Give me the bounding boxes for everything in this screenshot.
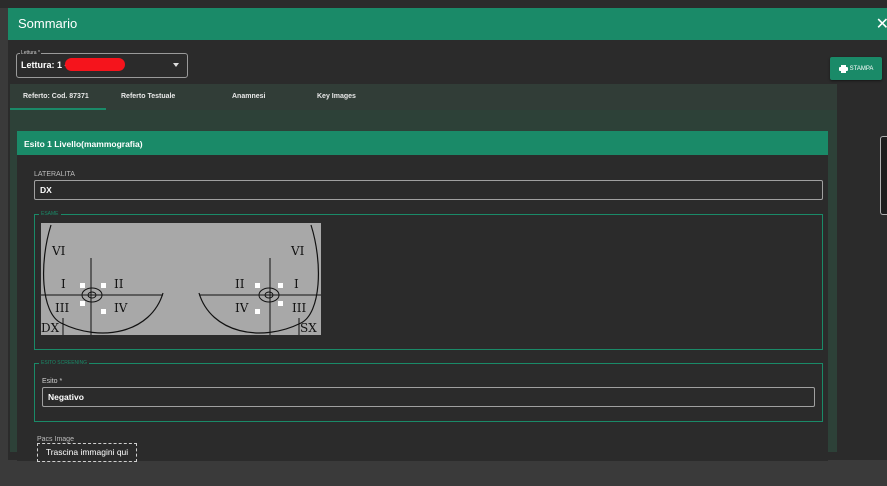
right-vi-label: VI (290, 244, 305, 258)
right-i-label: I (294, 277, 299, 291)
quadrant-checkbox (278, 301, 283, 306)
quadrant-checkbox (80, 283, 85, 288)
tab-referto-testuale[interactable]: Referto Testuale (121, 93, 175, 100)
quadrant-checkbox (278, 283, 283, 288)
esame-legend: ESAME (39, 211, 61, 218)
lateralita-value: DX (40, 185, 52, 195)
redaction-mark (65, 58, 125, 71)
card-header: Esito 1 Livello(mammografia) (17, 131, 828, 155)
lettura-label: Lettura * (20, 50, 41, 57)
quadrant-checkbox (255, 309, 260, 314)
esito-value: Negativo (48, 392, 84, 402)
printer-icon (838, 64, 848, 73)
left-vi-label: VI (51, 244, 66, 258)
print-button[interactable]: STAMPA (830, 57, 882, 80)
tab-key-images[interactable]: Key Images (317, 93, 356, 100)
left-iv-label: IV (114, 301, 128, 315)
top-band (0, 0, 887, 8)
lateralita-field[interactable]: DX (34, 180, 823, 200)
esito-label: Esito * (42, 378, 63, 385)
right-iv-label: IV (235, 301, 249, 315)
left-ii-label: II (114, 277, 124, 291)
close-icon[interactable]: ✕ (876, 14, 887, 34)
left-side-label: DX (41, 321, 60, 335)
lettura-value: Lettura: 1 - (21, 60, 68, 70)
print-button-label: STAMPA (849, 65, 874, 72)
lettura-select[interactable]: Lettura * Lettura: 1 - (16, 50, 188, 78)
esito-screening-fieldset: ESITO SCREENING Esito * Negativo (34, 360, 823, 422)
card-title: Esito 1 Livello(mammografia) (24, 139, 143, 149)
right-iii-label: III (292, 301, 306, 315)
esame-fieldset: ESAME VI I II III IV DX VI I II III IV S… (34, 211, 823, 350)
dialog-titlebar: Sommario ✕ (8, 8, 887, 40)
left-iii-label: III (55, 301, 69, 315)
quadrant-checkbox (80, 301, 85, 306)
pacs-drop-zone[interactable]: Trascina immagini qui (37, 443, 137, 462)
quadrant-checkbox (101, 283, 106, 288)
quadrant-checkbox (101, 309, 106, 314)
breast-quadrant-diagram[interactable]: VI I II III IV DX VI I II III IV SX (41, 223, 321, 335)
right-side-label: SX (300, 321, 317, 335)
scrollbar[interactable] (880, 136, 887, 215)
chevron-down-icon[interactable] (173, 63, 179, 67)
esito-screening-legend: ESITO SCREENING (39, 360, 90, 367)
pacs-label: Pacs Image (37, 436, 74, 443)
quadrant-checkbox (255, 283, 260, 288)
esito-card: Esito 1 Livello(mammografia) LATERALITA … (17, 131, 828, 461)
tab-referto[interactable]: Referto: Cod. 87371 (23, 93, 89, 100)
tab-bar: Referto: Cod. 87371 Referto Testuale Ana… (10, 84, 837, 110)
tab-anamnesi[interactable]: Anamnesi (232, 93, 265, 100)
left-i-label: I (61, 277, 66, 291)
esito-field[interactable]: Negativo (42, 387, 815, 407)
lateralita-label: LATERALITA (34, 171, 75, 178)
dialog-title: Sommario (18, 16, 78, 31)
right-ii-label: II (235, 277, 245, 291)
